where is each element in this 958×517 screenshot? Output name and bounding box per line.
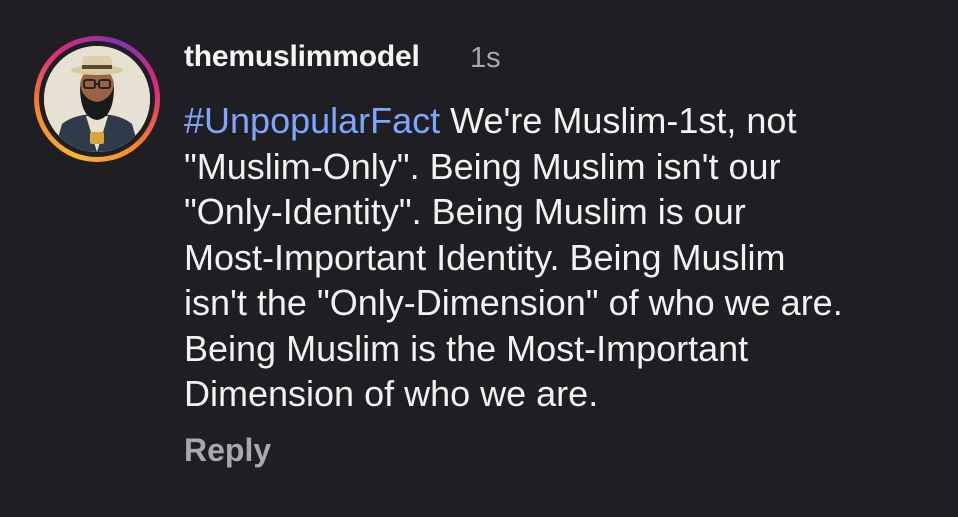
story-ring[interactable] — [34, 36, 160, 162]
comment-line-2: "Muslim-Only". Being Muslim isn't our — [184, 145, 781, 187]
reply-button[interactable]: Reply — [184, 432, 271, 469]
avatar[interactable] — [44, 46, 150, 152]
comment-line-5: isn't the "Only-Dimension" of who we are… — [184, 282, 843, 323]
comment-item: themuslimmodel 1s #UnpopularFact We're M… — [0, 0, 958, 517]
comment-line-3: "Only-Identity". Being Muslim is our — [184, 191, 746, 232]
comment-line-4: Most-Important Identity. Being Muslim — [184, 236, 786, 278]
cartoon-man-avatar-icon — [44, 46, 150, 152]
timestamp: 1s — [470, 42, 501, 74]
comment-line-7: Dimension of who we are. — [184, 373, 599, 414]
comment-text: #UnpopularFact We're Muslim-1st, not "Mu… — [184, 98, 944, 417]
hashtag-link[interactable]: #UnpopularFact — [184, 100, 440, 141]
comment-line-6: Being Muslim is the Most-Important — [184, 327, 749, 369]
comment-line-1-text: We're Muslim-1st, not — [440, 100, 797, 141]
comment-line-1: #UnpopularFact We're Muslim-1st, not — [184, 98, 944, 144]
username-link[interactable]: themuslimmodel — [184, 40, 420, 74]
